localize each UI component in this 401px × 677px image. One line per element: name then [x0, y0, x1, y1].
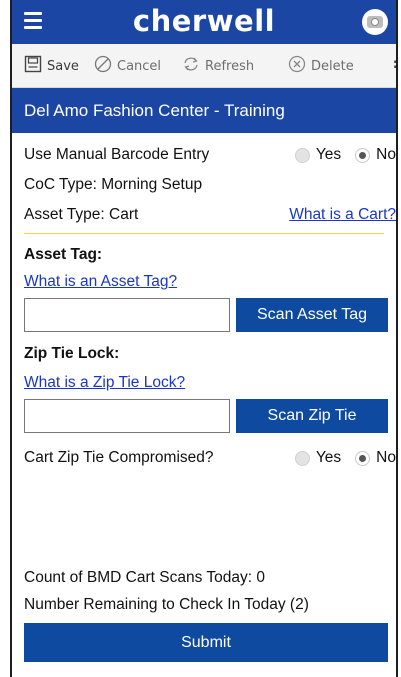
- app-frame: cherwell Save Cancel Refresh Delete: De…: [10, 0, 398, 677]
- manual-barcode-row: Use Manual Barcode Entry Yes No: [24, 143, 396, 167]
- asset-tag-input[interactable]: [24, 298, 230, 332]
- manual-barcode-yes-radio[interactable]: [294, 147, 310, 163]
- manual-barcode-radio-group: Yes No: [294, 143, 396, 167]
- remaining-count: Number Remaining to Check In Today (2): [24, 596, 309, 613]
- save-icon: [24, 55, 42, 77]
- section-divider: [24, 233, 384, 234]
- top-bar: cherwell: [12, 0, 396, 44]
- compromised-no-label[interactable]: No: [376, 446, 396, 470]
- save-label: Save: [47, 58, 79, 74]
- compromised-yes-radio[interactable]: [294, 450, 310, 466]
- camera-icon[interactable]: [362, 9, 388, 35]
- compromised-label: Cart Zip Tie Compromised?: [24, 449, 214, 466]
- compromised-radio-group: Yes No: [294, 446, 396, 470]
- delete-label: Delete: [311, 58, 354, 74]
- compromised-no-radio[interactable]: [355, 450, 371, 466]
- zip-tie-help-row: What is a Zip Tie Lock?: [24, 371, 396, 395]
- submit-button[interactable]: Submit: [24, 623, 388, 662]
- asset-tag-label: Asset Tag:: [24, 246, 103, 263]
- manual-barcode-yes-label[interactable]: Yes: [316, 143, 341, 167]
- delete-button[interactable]: Delete: [288, 55, 354, 77]
- refresh-button[interactable]: Refresh: [182, 56, 254, 76]
- scan-asset-tag-button[interactable]: Scan Asset Tag: [236, 298, 388, 332]
- coc-type: CoC Type: Morning Setup: [24, 176, 203, 193]
- manual-barcode-no-radio[interactable]: [355, 147, 371, 163]
- zip-tie-label: Zip Tie Lock:: [24, 345, 120, 362]
- compromised-yes-label[interactable]: Yes: [316, 446, 341, 470]
- refresh-icon: [182, 55, 200, 77]
- asset-tag-help-row: What is an Asset Tag?: [24, 270, 396, 294]
- cancel-button[interactable]: Cancel: [94, 55, 162, 77]
- scan-zip-tie-button[interactable]: Scan Zip Tie: [236, 399, 388, 433]
- manual-barcode-no-label[interactable]: No: [376, 143, 396, 167]
- cancel-icon: [94, 55, 112, 77]
- compromised-row: Cart Zip Tie Compromised? Yes No: [24, 446, 396, 470]
- what-is-zip-tie-link[interactable]: What is a Zip Tie Lock?: [24, 374, 185, 391]
- cancel-label: Cancel: [117, 58, 162, 74]
- refresh-label: Refresh: [205, 58, 255, 74]
- zip-tie-input[interactable]: [24, 399, 230, 433]
- what-is-cart-link[interactable]: What is a Cart?: [289, 203, 396, 227]
- asset-type-row: Asset Type: Cart What is a Cart?: [24, 203, 396, 227]
- manual-barcode-label: Use Manual Barcode Entry: [24, 146, 210, 163]
- toolbar: Save Cancel Refresh Delete:: [12, 44, 396, 88]
- delete-icon: [288, 55, 306, 77]
- save-button[interactable]: Save: [24, 55, 79, 77]
- more-icon[interactable]: :: [393, 54, 396, 74]
- what-is-asset-tag-link[interactable]: What is an Asset Tag?: [24, 273, 177, 290]
- brand-logo: cherwell: [132, 4, 276, 38]
- scan-count: Count of BMD Cart Scans Today: 0: [24, 569, 265, 586]
- form-title: Del Amo Fashion Center - Training: [12, 88, 396, 133]
- asset-type: Asset Type: Cart: [24, 206, 139, 223]
